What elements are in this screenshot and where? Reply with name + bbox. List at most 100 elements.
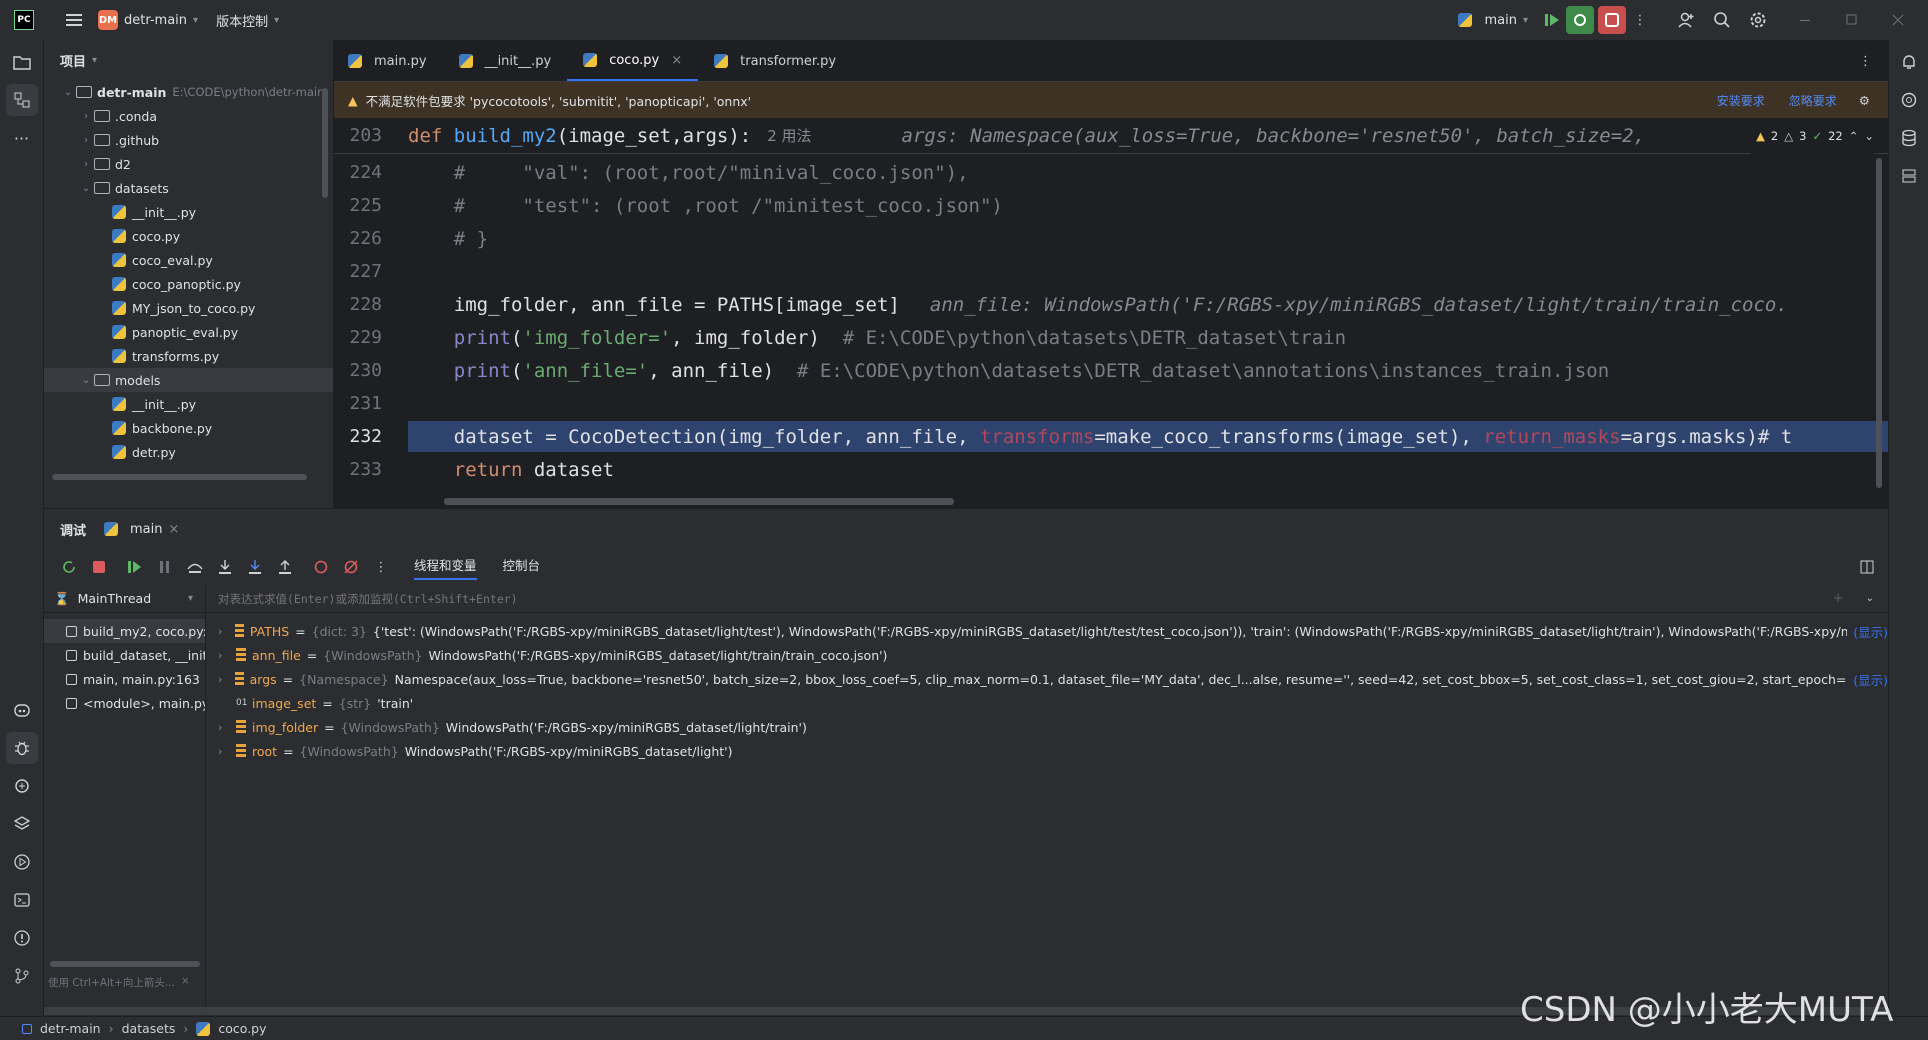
variable-row[interactable]: › args = {Namespace} Namespace(aux_loss=True… xyxy=(206,667,1888,691)
folder-icon[interactable] xyxy=(6,46,38,78)
more-tools-icon[interactable]: ··· xyxy=(6,122,38,154)
tree-item[interactable]: › .github xyxy=(44,128,333,152)
code-line[interactable]: 225 # "test": (root ,root /"minitest_coc… xyxy=(334,189,1888,222)
chevron-right-icon[interactable]: › xyxy=(218,745,230,758)
project-horizontal-scrollbar[interactable] xyxy=(52,474,307,480)
breadcrumb-folder[interactable]: datasets xyxy=(122,1021,176,1036)
gear-icon[interactable]: ⚙ xyxy=(1859,93,1870,108)
variable-row[interactable]: › ann_file = {WindowsPath} WindowsPath('F:/R… xyxy=(206,643,1888,667)
tab-main-py[interactable]: main.py xyxy=(334,41,443,81)
notifications-icon[interactable] xyxy=(1893,46,1925,78)
tree-item[interactable]: ⌄ datasets xyxy=(44,176,333,200)
chevron-right-icon[interactable]: › xyxy=(218,673,229,686)
close-session-icon[interactable]: × xyxy=(169,522,180,537)
chevron-right-icon[interactable]: › xyxy=(218,721,230,734)
tab-init-py[interactable]: __init__.py xyxy=(443,41,568,81)
step-over-icon[interactable] xyxy=(184,556,206,578)
thread-selector[interactable]: ⌛ MainThread ▾ xyxy=(44,585,206,613)
debug-icon[interactable] xyxy=(6,732,38,764)
chevron-down-icon[interactable]: ⌄ xyxy=(1866,593,1874,604)
tree-item[interactable]: transforms.py xyxy=(44,344,333,368)
run-config-selector[interactable]: main ▾ xyxy=(1458,13,1528,28)
show-full-value-link[interactable]: (显示) xyxy=(1853,622,1888,641)
sticky-line[interactable]: 203 def build_my2 (image_set,args): 2 用法… xyxy=(334,118,1888,154)
code-line[interactable]: 231 xyxy=(334,387,1888,420)
tab-console[interactable]: 控制台 xyxy=(503,555,541,580)
show-full-value-link[interactable]: (显示) xyxy=(1853,670,1888,689)
project-switcher[interactable]: DM detr-main ▾ xyxy=(98,10,198,30)
tab-more-icon[interactable]: ⋮ xyxy=(1843,41,1888,81)
stack-frame[interactable]: build_dataset, __init__ xyxy=(44,643,205,667)
close-hint-icon[interactable]: × xyxy=(181,975,190,990)
tree-item[interactable]: MY_json_to_coco.py xyxy=(44,296,333,320)
variable-row[interactable]: › PATHS = {dict: 3} {'test': (WindowsPath('F… xyxy=(206,619,1888,643)
run-icon[interactable] xyxy=(6,846,38,878)
copilot-icon[interactable] xyxy=(6,694,38,726)
code-line[interactable]: 229 print('img_folder=', img_folder) # E… xyxy=(334,321,1888,354)
frames-scrollbar[interactable] xyxy=(50,961,200,967)
stop-icon[interactable] xyxy=(88,556,110,578)
view-breakpoints-icon[interactable] xyxy=(310,556,332,578)
tab-coco-py[interactable]: coco.py × xyxy=(567,41,699,81)
code-line[interactable]: 233 return dataset xyxy=(334,453,1888,486)
mute-breakpoints-icon[interactable] xyxy=(340,556,362,578)
code-editor[interactable]: 203 def build_my2 (image_set,args): 2 用法… xyxy=(334,118,1888,508)
tree-item[interactable]: › d2 xyxy=(44,152,333,176)
tree-item[interactable]: panoptic_eval.py xyxy=(44,320,333,344)
add-watch-icon[interactable]: + xyxy=(1833,591,1844,606)
tree-item[interactable]: __init__.py xyxy=(44,200,333,224)
tree-root[interactable]: ⌄ detr-main E:\CODE\python\detr-main xyxy=(44,80,333,104)
rerun-icon[interactable] xyxy=(58,556,80,578)
step-into-my-code-icon[interactable] xyxy=(244,556,266,578)
code-line[interactable]: 228 img_folder, ann_file = PATHS[image_s… xyxy=(334,288,1888,321)
tree-item[interactable]: detr.py xyxy=(44,440,333,464)
layers-icon[interactable] xyxy=(6,808,38,840)
step-into-icon[interactable] xyxy=(214,556,236,578)
tree-item[interactable]: backbone.py xyxy=(44,416,333,440)
editor-horizontal-scrollbar[interactable] xyxy=(444,498,954,505)
more-icon[interactable]: ⋮ xyxy=(370,556,392,578)
install-requirements-link[interactable]: 安装要求 xyxy=(1717,92,1765,109)
minimize-icon[interactable] xyxy=(1792,6,1820,34)
code-line[interactable]: 224 # "val": (root,root/"minival_coco.js… xyxy=(334,156,1888,189)
chevron-right-icon[interactable]: › xyxy=(218,649,230,662)
terminal-icon[interactable] xyxy=(6,884,38,916)
debug-tab-title[interactable]: 调试 xyxy=(60,520,86,539)
close-tab-icon[interactable]: × xyxy=(671,53,682,68)
code-line[interactable]: 226 # } xyxy=(334,222,1888,255)
search-icon[interactable] xyxy=(1708,6,1736,34)
ignore-requirements-link[interactable]: 忽略要求 xyxy=(1789,92,1837,109)
stop-icon[interactable] xyxy=(1598,6,1626,34)
evaluate-expression-input[interactable] xyxy=(218,591,1833,606)
tree-item[interactable]: coco.py xyxy=(44,224,333,248)
tree-item[interactable]: › .conda xyxy=(44,104,333,128)
database-icon[interactable] xyxy=(1893,122,1925,154)
code-line[interactable]: 227 xyxy=(334,255,1888,288)
variable-row[interactable]: › img_folder = {WindowsPath} WindowsPath('F:… xyxy=(206,715,1888,739)
structure-icon[interactable] xyxy=(5,84,38,116)
tree-item[interactable]: ⌄ models xyxy=(44,368,333,392)
layout-icon[interactable] xyxy=(1856,556,1878,578)
variable-row[interactable]: 01 image_set = {str} 'train' xyxy=(206,691,1888,715)
tree-item[interactable]: __init__.py xyxy=(44,392,333,416)
step-out-icon[interactable] xyxy=(274,556,296,578)
stack-frame[interactable]: build_my2, coco.py:2 xyxy=(44,619,205,643)
main-menu-icon[interactable] xyxy=(60,6,88,34)
app-logo[interactable]: PC xyxy=(14,10,42,30)
resume-icon[interactable] xyxy=(1538,6,1566,34)
variable-row[interactable]: › root = {WindowsPath} WindowsPath('F:/RGBS-… xyxy=(206,739,1888,763)
problems-icon[interactable] xyxy=(6,922,38,954)
editor-vertical-scrollbar[interactable] xyxy=(1876,158,1882,488)
stack-frame[interactable]: main, main.py:163 xyxy=(44,667,205,691)
sciview-icon[interactable] xyxy=(1893,160,1925,192)
pause-icon[interactable] xyxy=(154,556,176,578)
tab-transformer-py[interactable]: transformer.py xyxy=(698,41,852,81)
execution-point-line[interactable]: 232 dataset = CocoDetection(img_folder, … xyxy=(334,420,1888,453)
project-panel-header[interactable]: 项目 ▾ xyxy=(44,40,333,80)
more-icon[interactable]: ⋮ xyxy=(1626,6,1654,34)
stack-frame[interactable]: <module>, main.py:2 xyxy=(44,691,205,715)
gear-icon[interactable] xyxy=(1744,6,1772,34)
chevron-down-icon[interactable]: ⌄ xyxy=(1864,129,1874,143)
tab-threads-variables[interactable]: 线程和变量 xyxy=(414,555,477,580)
rerun-debug-icon[interactable] xyxy=(1566,6,1594,34)
